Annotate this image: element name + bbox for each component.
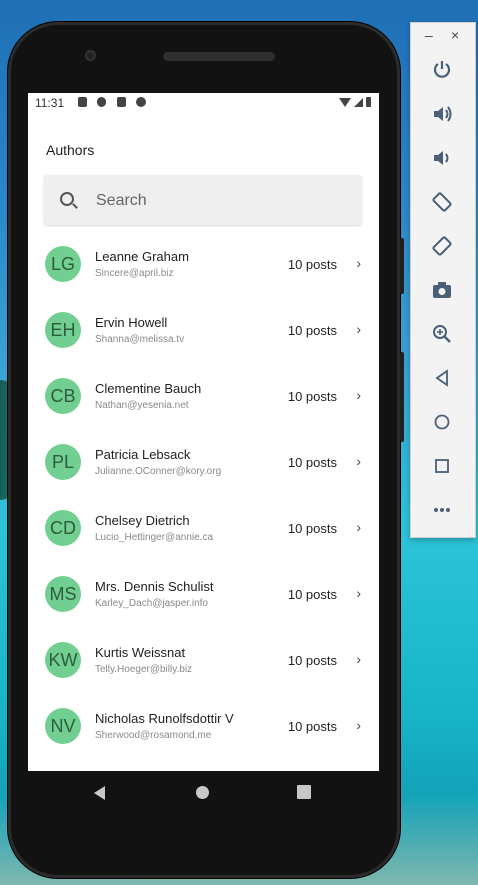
author-name: Nicholas Runolfsdottir V [95, 711, 234, 726]
status-bar: 11:31 [28, 93, 379, 113]
chevron-right-icon: › [356, 519, 361, 535]
chevron-right-icon: › [356, 321, 361, 337]
list-item[interactable]: KW Kurtis Weissnat Telly.Hoeger@billy.bi… [28, 627, 379, 693]
avatar: LG [45, 246, 81, 282]
post-count: 10 posts [287, 521, 337, 536]
list-item[interactable]: CD Chelsey Dietrich Lucio_Hettinger@anni… [28, 495, 379, 561]
search-input[interactable] [94, 175, 358, 227]
post-count: 10 posts [287, 257, 337, 272]
avatar: CD [45, 510, 81, 546]
emulator-toolbar: – × [410, 22, 476, 538]
volume-up-icon[interactable] [431, 103, 453, 125]
side-button-power [400, 238, 404, 294]
post-count: 10 posts [287, 323, 337, 338]
avatar: NV [45, 708, 81, 744]
author-email: Nathan@yesenia.net [95, 400, 189, 411]
avatar: CB [45, 378, 81, 414]
page-title: Authors [46, 142, 95, 158]
list-item[interactable]: EH Ervin Howell Shanna@melissa.tv 10 pos… [28, 297, 379, 363]
no-disturb-icon [136, 97, 146, 107]
zoom-icon[interactable] [431, 323, 453, 345]
front-camera [85, 50, 96, 61]
wifi-icon [339, 97, 351, 107]
post-count: 10 posts [287, 719, 337, 734]
author-name: Patricia Lebsack [95, 447, 191, 462]
recents-icon[interactable] [297, 785, 311, 799]
rotate-right-icon[interactable] [431, 235, 453, 257]
system-nav-bar [28, 771, 379, 813]
back-icon[interactable] [94, 786, 105, 800]
author-email: Lucio_Hettinger@annie.ca [95, 532, 214, 543]
chevron-right-icon: › [356, 255, 361, 271]
author-email: Julianne.OConner@kory.org [95, 466, 222, 477]
list-item[interactable]: PL Patricia Lebsack Julianne.OConner@kor… [28, 429, 379, 495]
app-screen: 11:31 Authors LG Leanne Graham Sincere@a… [28, 93, 379, 771]
overview-icon[interactable] [431, 455, 453, 477]
author-name: Kurtis Weissnat [95, 645, 186, 660]
avatar: PL [45, 444, 81, 480]
status-right [339, 97, 371, 107]
earpiece-speaker [163, 52, 275, 61]
rotate-left-icon[interactable] [431, 191, 453, 213]
more-icon[interactable] [431, 499, 453, 521]
author-email: Sherwood@rosamond.me [95, 730, 212, 741]
signal-icon [354, 97, 363, 107]
chevron-right-icon: › [356, 717, 361, 733]
close-button[interactable]: × [451, 27, 459, 43]
battery-icon [366, 97, 371, 107]
list-item[interactable]: NV Nicholas Runolfsdottir V Sherwood@ros… [28, 693, 379, 759]
avatar: EH [45, 312, 81, 348]
chevron-right-icon: › [356, 453, 361, 469]
list-item[interactable]: MS Mrs. Dennis Schulist Karley_Dach@jasp… [28, 561, 379, 627]
home-icon[interactable] [196, 786, 209, 799]
author-name: Chelsey Dietrich [95, 513, 190, 528]
side-button-volume [400, 352, 404, 442]
post-count: 10 posts [287, 455, 337, 470]
search-icon [60, 192, 74, 206]
chevron-right-icon: › [356, 387, 361, 403]
volume-down-icon[interactable] [431, 147, 453, 169]
author-name: Ervin Howell [95, 315, 168, 330]
status-time: 11:31 [35, 96, 65, 110]
list-item[interactable]: LG Leanne Graham Sincere@april.biz 10 po… [28, 231, 379, 297]
author-email: Shanna@melissa.tv [95, 334, 185, 345]
back-icon[interactable] [431, 367, 453, 389]
shield-icon [97, 97, 106, 107]
author-email: Karley_Dach@jasper.info [95, 598, 208, 609]
author-name: Clementine Bauch [95, 381, 202, 396]
camera-icon[interactable] [431, 279, 453, 301]
post-count: 10 posts [287, 653, 337, 668]
chevron-right-icon: › [356, 651, 361, 667]
notification-icon [78, 97, 87, 107]
chevron-right-icon: › [356, 585, 361, 601]
post-count: 10 posts [287, 587, 337, 602]
sim-card-icon [117, 97, 126, 107]
author-email: Sincere@april.biz [95, 268, 174, 279]
avatar: MS [45, 576, 81, 612]
author-name: Mrs. Dennis Schulist [95, 579, 214, 594]
avatar: KW [45, 642, 81, 678]
author-name: Leanne Graham [95, 249, 189, 264]
power-icon[interactable] [431, 59, 453, 81]
home-icon[interactable] [431, 411, 453, 433]
author-email: Telly.Hoeger@billy.biz [95, 664, 193, 675]
authors-list: LG Leanne Graham Sincere@april.biz 10 po… [28, 231, 379, 759]
search-bar[interactable] [44, 175, 362, 227]
post-count: 10 posts [287, 389, 337, 404]
list-item[interactable]: CB Clementine Bauch Nathan@yesenia.net 1… [28, 363, 379, 429]
minimize-button[interactable]: – [425, 27, 433, 43]
